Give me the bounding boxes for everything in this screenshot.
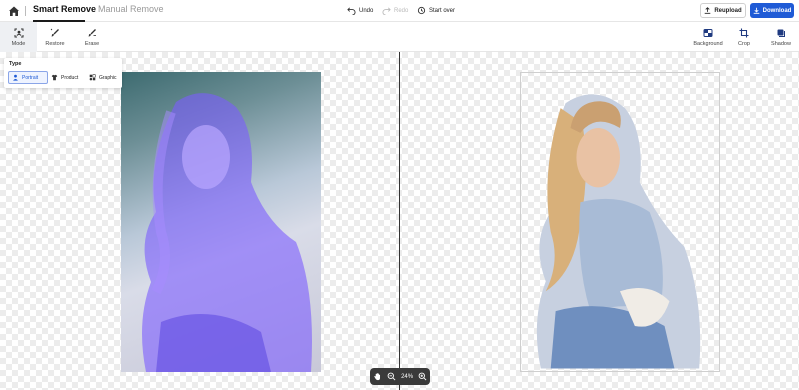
download-button[interactable]: Download: [750, 3, 794, 18]
start-over-icon: [417, 6, 426, 15]
tool-erase[interactable]: Erase: [77, 22, 107, 52]
person-icon: [13, 74, 18, 81]
separator: [25, 6, 26, 16]
undo-icon: [347, 7, 356, 15]
tool-shadow[interactable]: Shadow: [769, 22, 793, 52]
tool-bar: Mode Restore Erase Background Crop Shado…: [0, 22, 799, 52]
top-bar: Smart Remove Manual Remove Undo Redo Sta…: [0, 0, 799, 22]
zoom-level: 24%: [401, 373, 414, 380]
tool-erase-label: Erase: [84, 40, 100, 47]
graphic-icon: [89, 74, 96, 81]
tab-manual-remove[interactable]: Manual Remove: [98, 4, 164, 14]
reupload-button[interactable]: Reupload: [700, 3, 746, 18]
download-label: Download: [762, 7, 792, 14]
tool-background-label: Background: [693, 40, 723, 47]
type-panel-title: Type: [9, 61, 22, 67]
background-icon: [703, 28, 713, 37]
shadow-icon: [777, 29, 785, 37]
portrait-figure-overlay: [142, 93, 312, 372]
type-option-graphic[interactable]: Graphic: [86, 71, 122, 84]
tool-crop[interactable]: Crop: [734, 22, 754, 52]
redo-label: Redo: [394, 7, 409, 14]
tool-crop-label: Crop: [738, 40, 750, 47]
zoom-bar: 24%: [370, 368, 430, 385]
erase-brush-icon: [88, 28, 96, 36]
redo-icon: [382, 7, 391, 15]
type-panel: Type Portrait Product Graphic: [4, 58, 122, 88]
start-over-label: Start over: [429, 7, 456, 14]
reupload-label: Reupload: [714, 7, 742, 14]
undo-button[interactable]: Undo: [347, 6, 373, 15]
redo-button[interactable]: Redo: [382, 6, 408, 15]
type-option-portrait-label: Portrait: [22, 74, 39, 81]
download-icon: [753, 7, 759, 14]
tab-smart-remove[interactable]: Smart Remove: [33, 4, 96, 14]
type-option-portrait[interactable]: Portrait: [8, 71, 48, 84]
tool-shadow-label: Shadow: [771, 40, 791, 47]
comparison-divider[interactable]: [399, 52, 400, 390]
mode-icon: [14, 28, 23, 37]
crop-icon: [739, 28, 749, 37]
tool-restore[interactable]: Restore: [40, 22, 70, 52]
type-option-product-label: Product: [61, 74, 79, 81]
zoom-in-icon[interactable]: [418, 372, 427, 381]
cutout-photo: [520, 72, 720, 372]
undo-label: Undo: [359, 7, 374, 14]
upload-icon: [705, 7, 711, 14]
zoom-out-icon[interactable]: [387, 372, 396, 381]
restore-brush-icon: [50, 28, 59, 36]
type-option-product[interactable]: Product: [48, 71, 86, 84]
home-icon[interactable]: [8, 5, 20, 17]
type-option-graphic-label: Graphic: [99, 74, 117, 81]
shirt-icon: [51, 74, 58, 81]
hand-pan-icon[interactable]: [373, 372, 382, 381]
tool-mode-label: Mode: [11, 40, 26, 47]
original-photo: [121, 72, 321, 372]
tool-mode[interactable]: Mode: [0, 22, 37, 52]
tool-restore-label: Restore: [45, 40, 65, 47]
tool-background[interactable]: Background: [692, 22, 724, 52]
portrait-cutout: [536, 94, 701, 369]
start-over-button[interactable]: Start over: [417, 6, 455, 15]
